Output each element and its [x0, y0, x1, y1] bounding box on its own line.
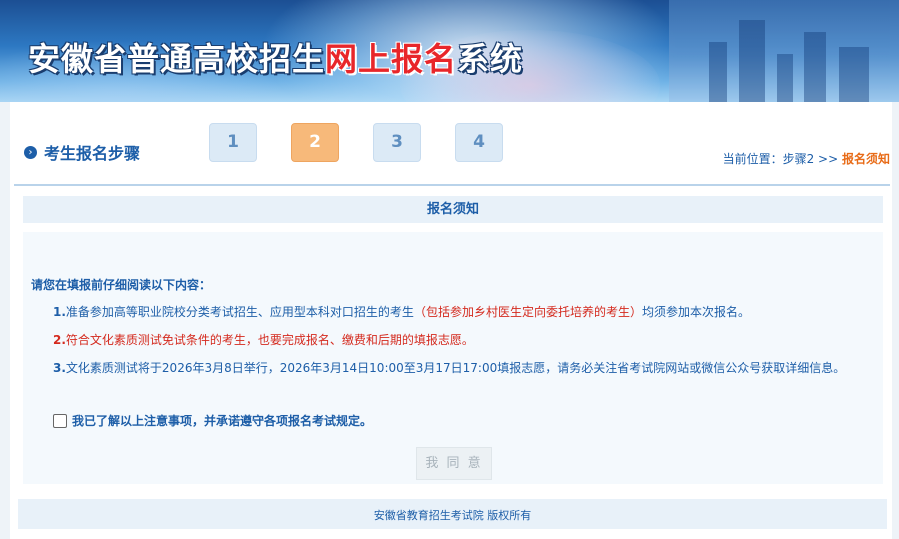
- step-2[interactable]: 2: [291, 123, 339, 162]
- chevron-right-icon: ›: [24, 145, 37, 159]
- notice-item-2: 2.符合文化素质测试免试条件的考生，也要完成报名、缴费和后期的填报志愿。: [53, 333, 474, 347]
- step-3[interactable]: 3: [373, 123, 421, 162]
- section-title: 报名须知: [23, 196, 883, 223]
- breadcrumb: 当前位置：步骤2 >> 报名须知: [722, 152, 890, 166]
- notice-intro: 请您在填报前仔细阅读以下内容：: [31, 278, 212, 292]
- header-banner: 安徽省普通高校招生网上报名系统: [0, 0, 899, 102]
- notice-item-1: 1.准备参加高等职业院校分类考试招生、应用型本科对口招生的考生（包括参加乡村医生…: [53, 305, 750, 319]
- title-highlight: 网上报名: [325, 40, 458, 78]
- system-title: 安徽省普通高校招生网上报名系统: [28, 40, 524, 78]
- step-4[interactable]: 4: [455, 123, 503, 162]
- agree-checkbox[interactable]: [53, 413, 67, 428]
- notice-item-3: 3.文化素质测试将于2026年3月8日举行，2026年3月14日10:00至3月…: [53, 361, 846, 375]
- steps-header-label: 考生报名步骤: [44, 144, 141, 163]
- steps-header: › 考生报名步骤: [24, 140, 140, 164]
- divider: [14, 184, 890, 186]
- banner-city-image: [669, 0, 899, 102]
- breadcrumb-current: 报名须知: [841, 152, 890, 166]
- footer: 安徽省教育招生考试院 版权所有: [18, 499, 887, 529]
- agree-row[interactable]: 我已了解以上注意事项，并承诺遵守各项报名考试规定。: [53, 412, 372, 429]
- agree-button[interactable]: 我 同 意: [416, 447, 492, 480]
- agree-label[interactable]: 我已了解以上注意事项，并承诺遵守各项报名考试规定。: [72, 412, 372, 429]
- step-1[interactable]: 1: [209, 123, 257, 162]
